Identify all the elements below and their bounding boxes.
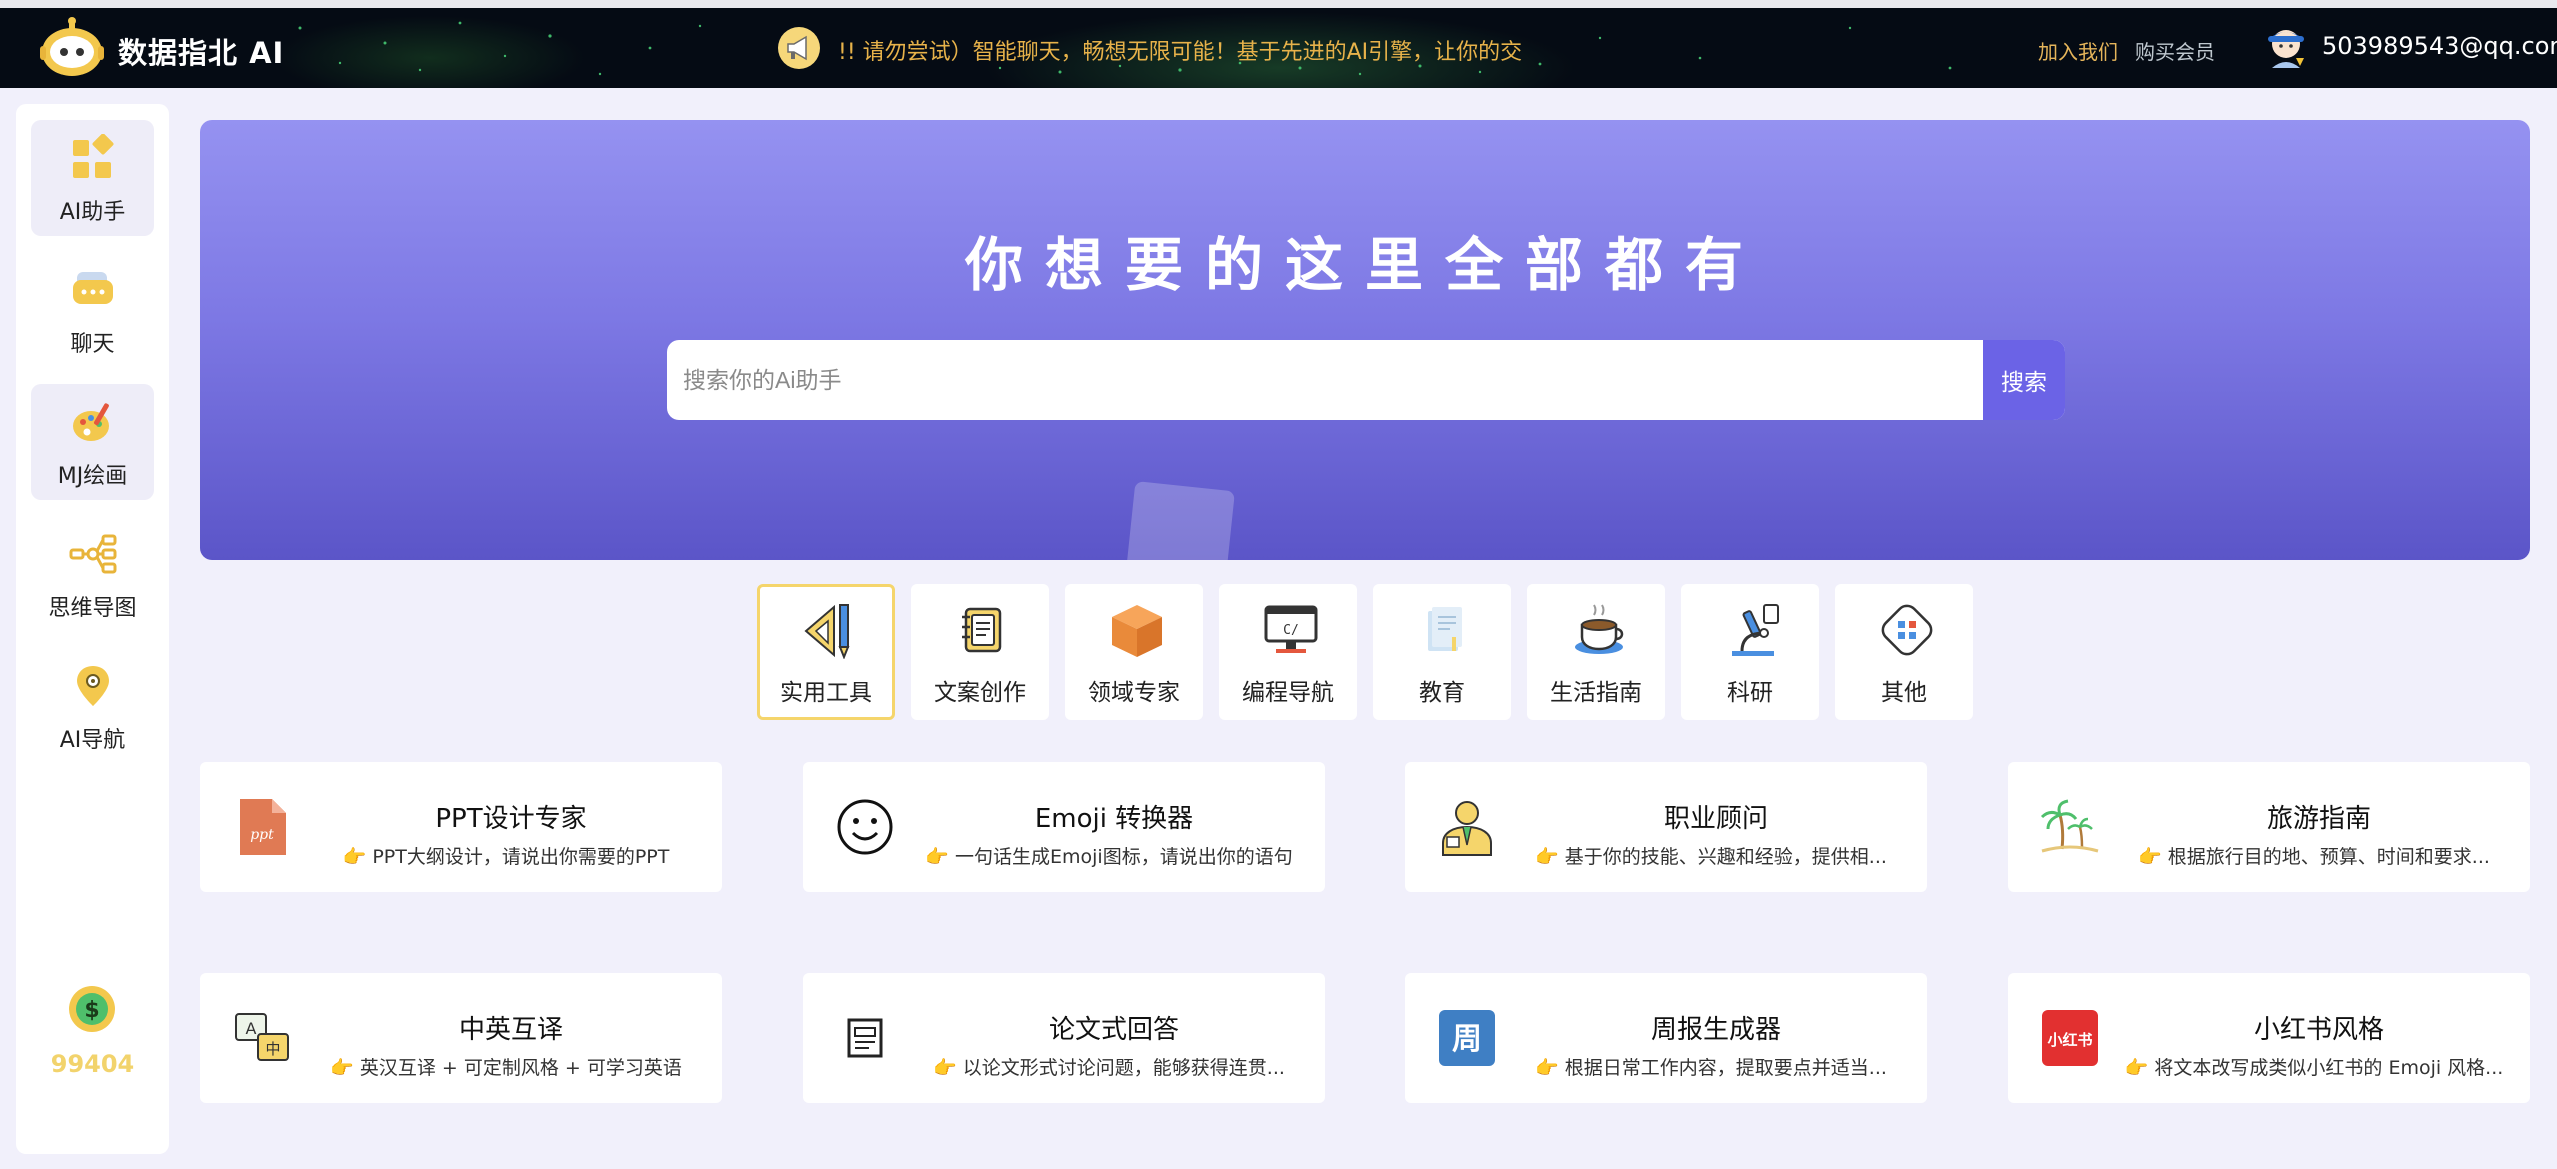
microscope-icon: [1732, 604, 1779, 656]
coin-balance: 99404: [50, 1050, 135, 1078]
card-title: 周报生成器: [1650, 1015, 1781, 1045]
sidebar-item-mj-drawing[interactable]: MJ绘画: [31, 384, 154, 500]
palm-tree-icon: [2040, 799, 2099, 853]
notebook-icon: [962, 607, 1002, 653]
assistant-card-translator[interactable]: A 中 中英互译 👉 英汉互译 + 可定制风格 + 可学习英语: [200, 973, 722, 1103]
category-tab-practical-tools[interactable]: 实用工具: [757, 584, 895, 720]
hero-banner: 你想要的这里全部都有 搜索: [200, 120, 2530, 560]
category-tab-research[interactable]: 科研: [1681, 584, 1819, 720]
category-tab-life-guide[interactable]: 生活指南: [1527, 584, 1665, 720]
category-tab-domain-expert[interactable]: 领域专家: [1065, 584, 1203, 720]
svg-text:ppt: ppt: [250, 827, 274, 843]
join-us-link[interactable]: 加入我们: [2038, 36, 2118, 65]
translate-icon: A 中: [235, 1013, 289, 1061]
svg-text:周: 周: [1452, 1022, 1482, 1057]
top-header: 数据指北 AI !! 请勿尝试）智能聊天，畅想无限可能！基于先进的AI引擎，让你…: [0, 8, 2557, 88]
ppt-icon: ppt: [240, 799, 286, 855]
buy-membership-link[interactable]: 购买会员: [2135, 36, 2215, 65]
category-label: 文案创作: [934, 680, 1026, 706]
card-description: 👉 英汉互译 + 可定制风格 + 可学习英语: [330, 1057, 682, 1079]
assistant-card-emoji-converter[interactable]: Emoji 转换器 👉 一句话生成Emoji图标，请说出你的语句: [803, 762, 1325, 892]
category-tab-copywriting[interactable]: 文案创作: [911, 584, 1049, 720]
assistant-card-travel-guide[interactable]: 旅游指南 👉 根据旅行目的地、预算、时间和要求...: [2008, 762, 2530, 892]
category-label: 编程导航: [1242, 680, 1334, 706]
calendar-week-icon: 周: [1439, 1010, 1495, 1066]
assistant-card-essay-answer[interactable]: 论文式回答 👉 以论文形式讨论问题，能够获得连贯...: [803, 973, 1325, 1103]
palette-icon: [73, 403, 109, 441]
megaphone-icon: [778, 27, 820, 69]
coffee-cup-icon: [1575, 604, 1624, 654]
card-description: 👉 以论文形式讨论问题，能够获得连贯...: [933, 1057, 1285, 1079]
smiley-icon: [837, 799, 893, 855]
category-tab-others[interactable]: 其他: [1835, 584, 1973, 720]
brand-title[interactable]: 数据指北 AI: [118, 30, 284, 72]
card-description: 👉 根据日常工作内容，提取要点并适当...: [1535, 1057, 1887, 1079]
sidebar-item-label: AI助手: [59, 200, 126, 225]
category-label: 其他: [1881, 680, 1927, 706]
card-title: 小红书风格: [2253, 1015, 2384, 1045]
card-description: 👉 根据旅行目的地、预算、时间和要求...: [2138, 846, 2490, 868]
mindmap-icon: [69, 534, 117, 574]
document-icon: [847, 1018, 883, 1058]
svg-text:小红书: 小红书: [2047, 1031, 2092, 1049]
chat-icon: [73, 272, 113, 304]
card-description: 👉 将文本改写成类似小红书的 Emoji 风格...: [2124, 1057, 2504, 1079]
avatar[interactable]: [2262, 22, 2310, 72]
category-label: 实用工具: [780, 680, 872, 706]
category-tab-programming-nav[interactable]: C/ 编程导航: [1219, 584, 1357, 720]
search-input[interactable]: [667, 340, 1983, 420]
card-description: 👉 PPT大纲设计，请说出你需要的PPT: [342, 846, 670, 868]
card-title: 旅游指南: [2266, 804, 2371, 834]
card-title: 论文式回答: [1048, 1015, 1179, 1045]
sidebar-item-ai-navigation[interactable]: AI导航: [31, 648, 154, 764]
sidebar-item-label: MJ绘画: [57, 464, 128, 489]
card-description: 👉 一句话生成Emoji图标，请说出你的语句: [925, 846, 1293, 868]
card-title: 中英互译: [458, 1015, 563, 1045]
card-title: Emoji 转换器: [1034, 804, 1194, 834]
card-title: PPT设计专家: [435, 804, 587, 834]
svg-text:中: 中: [265, 1040, 280, 1058]
assistant-card-ppt-designer[interactable]: ppt PPT设计专家 👉 PPT大纲设计，请说出你需要的PPT: [200, 762, 722, 892]
card-title: 职业顾问: [1663, 804, 1768, 834]
card-description: 👉 基于你的技能、兴趣和经验，提供相...: [1535, 846, 1887, 868]
sidebar-item-ai-assistant[interactable]: AI助手: [31, 120, 154, 236]
hero-decoration: [1125, 481, 1235, 560]
location-pin-icon: [77, 666, 109, 706]
sidebar: AI助手 聊天 MJ绘画 思维导图 AI导航 $ 99404: [16, 104, 169, 1154]
sidebar-item-chat[interactable]: 聊天: [31, 252, 154, 368]
hero-title: 你想要的这里全部都有: [964, 231, 1765, 299]
svg-text:A: A: [246, 1019, 257, 1038]
robot-logo-icon[interactable]: [38, 16, 106, 80]
search-button[interactable]: 搜索: [1983, 340, 2065, 420]
sidebar-item-label: 思维导图: [48, 596, 137, 621]
category-label: 领域专家: [1088, 680, 1180, 706]
grid-icon: [1881, 604, 1933, 656]
assistant-card-weekly-report[interactable]: 周 周报生成器 👉 根据日常工作内容，提取要点并适当...: [1405, 973, 1927, 1103]
window-top-strip: [0, 0, 2557, 8]
category-tab-education[interactable]: 教育: [1373, 584, 1511, 720]
sidebar-item-label: AI导航: [59, 728, 126, 753]
sidebar-item-mindmap[interactable]: 思维导图: [31, 516, 154, 632]
assistant-card-career-advisor[interactable]: 职业顾问 👉 基于你的技能、兴趣和经验，提供相...: [1405, 762, 1927, 892]
coin-icon: $: [69, 986, 115, 1032]
xiaohongshu-icon: 小红书: [2042, 1010, 2098, 1066]
svg-text:$: $: [84, 998, 99, 1023]
category-label: 生活指南: [1550, 680, 1642, 706]
apps-icon: [73, 134, 114, 178]
book-icon: [1428, 607, 1462, 651]
assistant-card-xiaohongshu[interactable]: 小红书 小红书风格 👉 将文本改写成类似小红书的 Emoji 风格...: [2008, 973, 2530, 1103]
computer-icon: C/: [1264, 605, 1318, 653]
category-label: 科研: [1727, 680, 1773, 706]
sidebar-item-label: 聊天: [70, 332, 115, 357]
consultant-icon: [1442, 801, 1492, 856]
search-box: 搜索: [667, 340, 2065, 420]
ruler-pencil-icon: [804, 604, 850, 659]
announcement-marquee: !! 请勿尝试）智能聊天，畅想无限可能！基于先进的AI引擎，让你的交: [838, 40, 1523, 65]
category-label: 教育: [1419, 680, 1465, 706]
svg-text:C/: C/: [1283, 623, 1299, 638]
box-icon: [1112, 605, 1162, 657]
user-email[interactable]: 503989543@qq.com: [2322, 32, 2557, 60]
